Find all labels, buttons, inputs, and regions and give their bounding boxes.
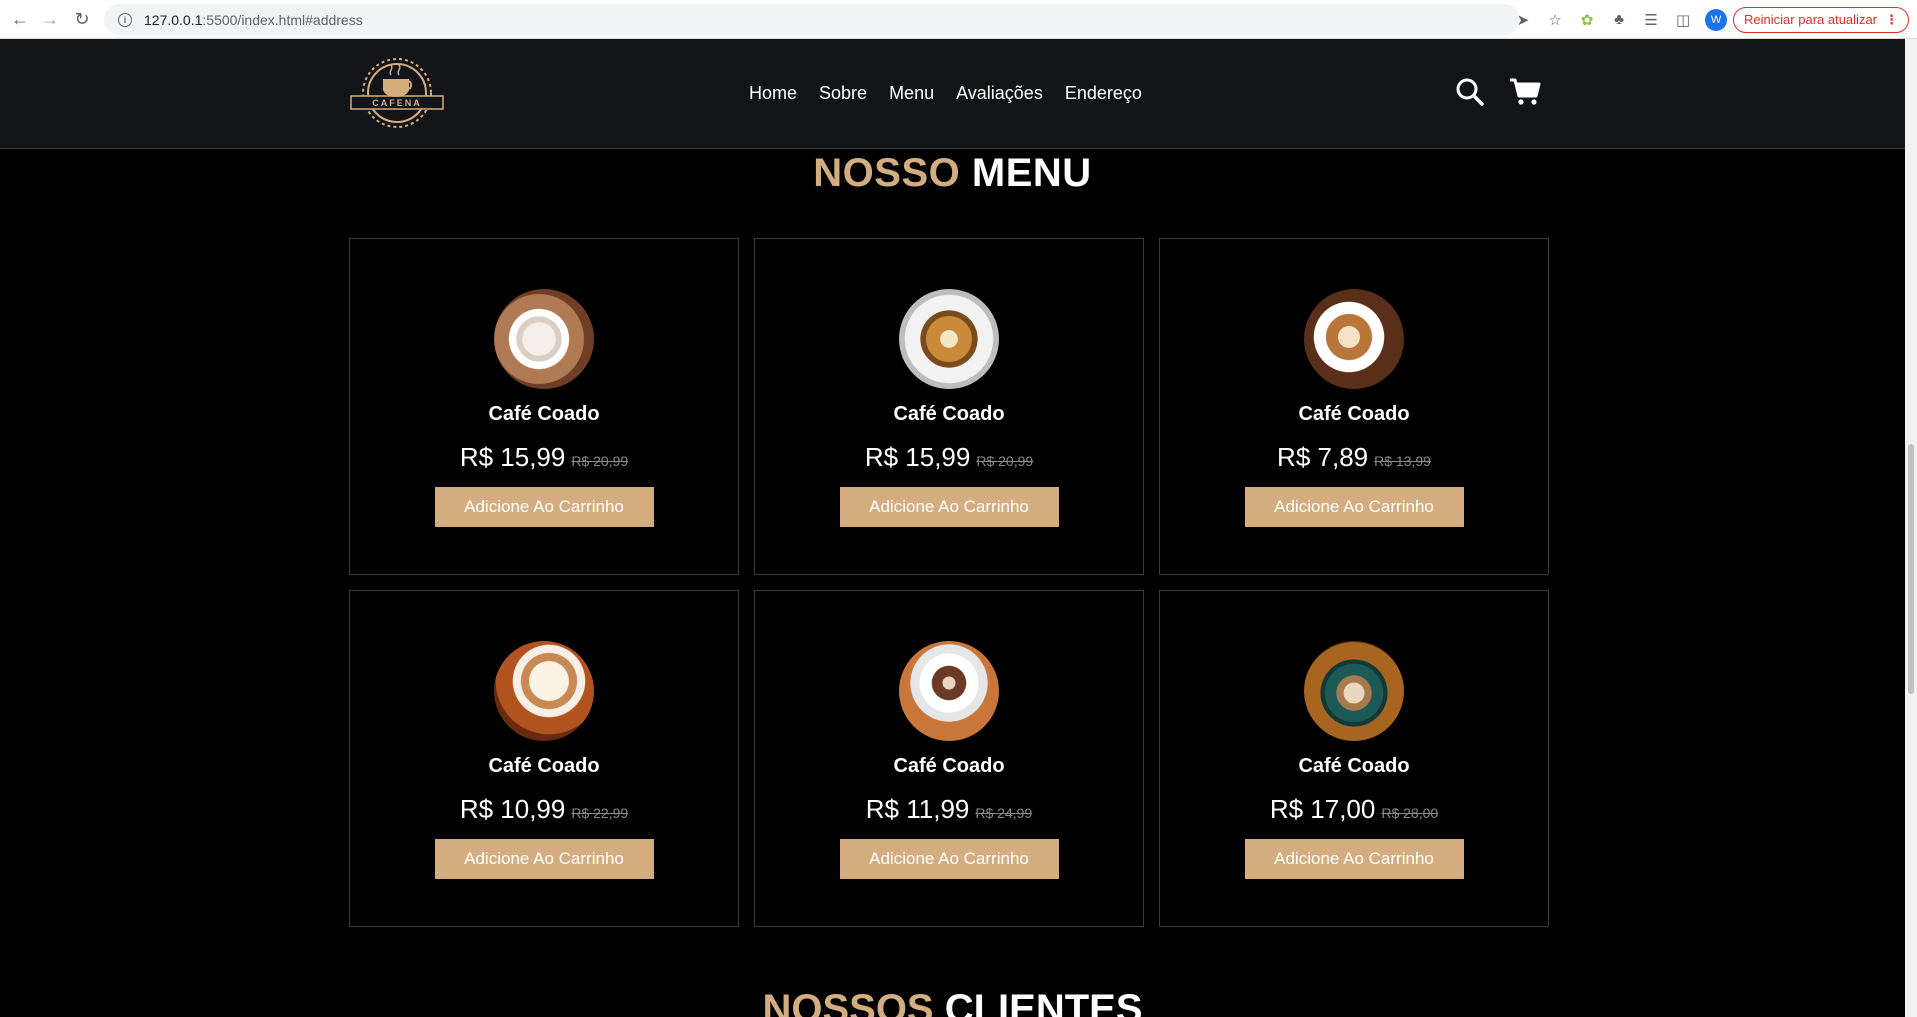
menu-card: Café Coado R$ 15,99 R$ 20,99 Adicione Ao… [349,238,739,575]
item-price: R$ 17,00 [1269,794,1376,824]
scrollbar-thumb[interactable] [1908,444,1914,694]
item-price: R$ 15,99 [864,442,971,472]
menu-card: Café Coado R$ 17,00 R$ 28,00 Adicione Ao… [1159,590,1549,927]
item-old-price: R$ 13,99 [1374,453,1431,469]
add-to-cart-button[interactable]: Adicione Ao Carrinho [1244,487,1464,527]
nav-home[interactable]: Home [749,83,797,104]
menu-card: Café Coado R$ 10,99 R$ 22,99 Adicione Ao… [349,590,739,927]
item-name: Café Coado [488,755,600,777]
address-bar[interactable]: i 127.0.0.1:5500/index.html#address [104,4,1520,35]
page: CAFENA Home Sobre Menu Avaliações Endere… [0,39,1905,1017]
main-nav: Home Sobre Menu Avaliações Endereço [749,83,1164,104]
forward-arrow-icon[interactable]: → [38,7,62,31]
extension-leaf-icon[interactable]: ✿ [1575,8,1599,32]
nav-endereco[interactable]: Endereço [1065,83,1142,104]
clients-title-accent: NOSSOS [762,987,934,1017]
media-queue-icon[interactable]: ☰ [1639,8,1663,32]
cafena-logo-icon: CAFENA [350,58,444,128]
back-arrow-icon[interactable]: ← [8,7,32,31]
clients-title-rest: CLIENTES [944,987,1143,1017]
share-icon[interactable]: ➤ [1511,8,1535,32]
item-name: Café Coado [893,755,1005,777]
url-host: 127.0.0.1 [144,11,203,28]
coffee-image [899,289,999,389]
item-price: R$ 11,99 [865,794,970,824]
restart-to-update-label: Reiniciar para atualizar [1744,12,1877,27]
add-to-cart-button[interactable]: Adicione Ao Carrinho [434,839,654,879]
nav-menu[interactable]: Menu [889,83,934,104]
bookmark-star-icon[interactable]: ☆ [1543,8,1567,32]
item-name: Café Coado [893,403,1005,425]
item-old-price: R$ 28,00 [1381,805,1439,821]
item-old-price: R$ 20,99 [976,453,1034,469]
item-old-price: R$ 24,99 [975,805,1033,821]
extensions-puzzle-icon[interactable]: ♣ [1607,8,1631,32]
logo-text: CAFENA [372,98,422,108]
cafena-logo[interactable]: CAFENA [349,53,445,133]
cart-icon[interactable] [1509,77,1541,107]
coffee-image [494,289,594,389]
coffee-image [1304,641,1404,741]
profile-avatar[interactable]: W [1705,8,1728,31]
add-to-cart-button[interactable]: Adicione Ao Carrinho [839,839,1059,879]
item-name: Café Coado [1298,755,1410,777]
coffee-image [494,641,594,741]
menu-card: Café Coado R$ 15,99 R$ 20,99 Adicione Ao… [754,238,1144,575]
item-old-price: R$ 22,99 [571,805,629,821]
url-path: :5500/index.html#address [202,11,363,28]
menu-title-rest: MENU [971,151,1092,195]
site-info-icon[interactable]: i [118,12,132,27]
menu-grid: Café Coado R$ 15,99 R$ 20,99 Adicione Ao… [349,238,1550,927]
menu-card: Café Coado R$ 7,89 R$ 13,99 Adicione Ao … [1159,238,1549,575]
coffee-image [899,641,999,741]
browser-toolbar: ← → ↻ i 127.0.0.1:5500/index.html#addres… [0,0,1917,39]
item-old-price: R$ 20,99 [571,453,629,469]
clients-section-title: NOSSOS CLIENTES [0,987,1905,1017]
page-scrollbar[interactable] [1905,39,1917,1017]
menu-section-title: NOSSO MENU [0,151,1905,196]
site-header: CAFENA Home Sobre Menu Avaliações Endere… [0,39,1905,149]
restart-to-update-button[interactable]: Reiniciar para atualizar ⋮ [1733,6,1909,33]
add-to-cart-button[interactable]: Adicione Ao Carrinho [839,487,1059,527]
add-to-cart-button[interactable]: Adicione Ao Carrinho [1244,839,1464,879]
item-price: R$ 7,89 [1277,442,1369,472]
menu-title-accent: NOSSO [813,151,961,195]
item-price: R$ 15,99 [459,442,566,472]
more-vert-icon: ⋮ [1885,11,1898,27]
side-panel-icon[interactable]: ◫ [1671,8,1695,32]
item-name: Café Coado [488,403,600,425]
item-name: Café Coado [1298,403,1410,425]
add-to-cart-button[interactable]: Adicione Ao Carrinho [434,487,654,527]
coffee-image [1304,289,1404,389]
menu-card: Café Coado R$ 11,99 R$ 24,99 Adicione Ao… [754,590,1144,927]
nav-sobre[interactable]: Sobre [819,83,867,104]
item-price: R$ 10,99 [459,794,566,824]
nav-avaliacoes[interactable]: Avaliações [956,83,1043,104]
search-icon[interactable] [1455,77,1485,107]
reload-icon[interactable]: ↻ [70,7,94,31]
